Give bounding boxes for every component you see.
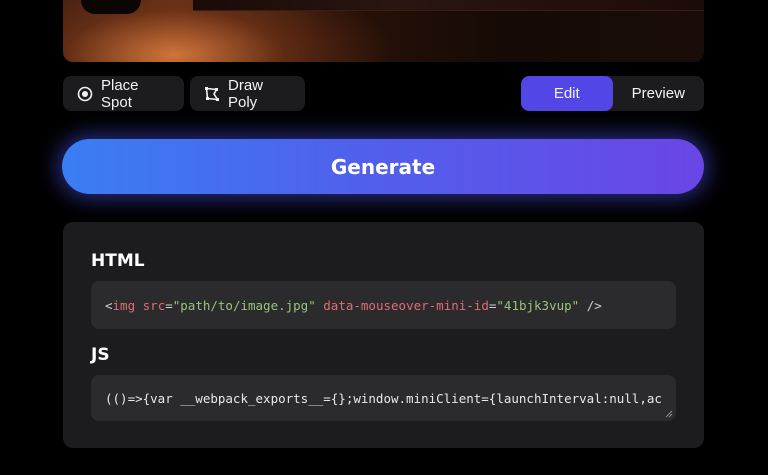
target-icon	[77, 86, 93, 101]
image-preview[interactable]	[63, 0, 704, 62]
polygon-icon	[205, 86, 219, 101]
image-preview-shadow	[81, 0, 141, 14]
js-code-field[interactable]: (()=>{var __webpack_exports__={};window.…	[91, 375, 676, 421]
code-token: img	[112, 297, 136, 313]
output-panel: HTML < img src = "path/to/image.jpg" data-m…	[63, 222, 704, 448]
generate-button[interactable]: Generate	[62, 139, 704, 194]
resize-grip-icon[interactable]	[665, 410, 673, 418]
draw-poly-button[interactable]: Draw Poly	[190, 76, 305, 111]
js-code-text: (()=>{var __webpack_exports__={};window.…	[105, 390, 662, 406]
code-token: =	[165, 297, 173, 313]
code-token: <	[105, 297, 113, 313]
html-code-field[interactable]: < img src = "path/to/image.jpg" data-mouseo…	[91, 281, 676, 329]
code-token: data-mouseover-mini-id	[323, 297, 489, 313]
app-root: Place Spot Draw Poly Edit Preview Genera…	[0, 0, 768, 475]
code-token: "path/to/image.jpg"	[172, 297, 316, 313]
code-token: src	[142, 297, 166, 313]
preview-tab[interactable]: Preview	[613, 76, 705, 111]
image-preview-shelf	[193, 0, 704, 11]
js-section-title: JS	[91, 345, 110, 365]
html-section-title: HTML	[91, 251, 145, 271]
code-token: />	[586, 297, 602, 313]
draw-poly-label: Draw Poly	[228, 76, 264, 111]
place-spot-button[interactable]: Place Spot	[63, 76, 184, 111]
place-spot-label: Place Spot	[101, 76, 139, 111]
code-token: =	[488, 297, 497, 313]
edit-tab[interactable]: Edit	[521, 76, 613, 111]
mode-toggle: Edit Preview	[521, 76, 704, 111]
code-token: "41bjk3vup"	[496, 297, 580, 313]
